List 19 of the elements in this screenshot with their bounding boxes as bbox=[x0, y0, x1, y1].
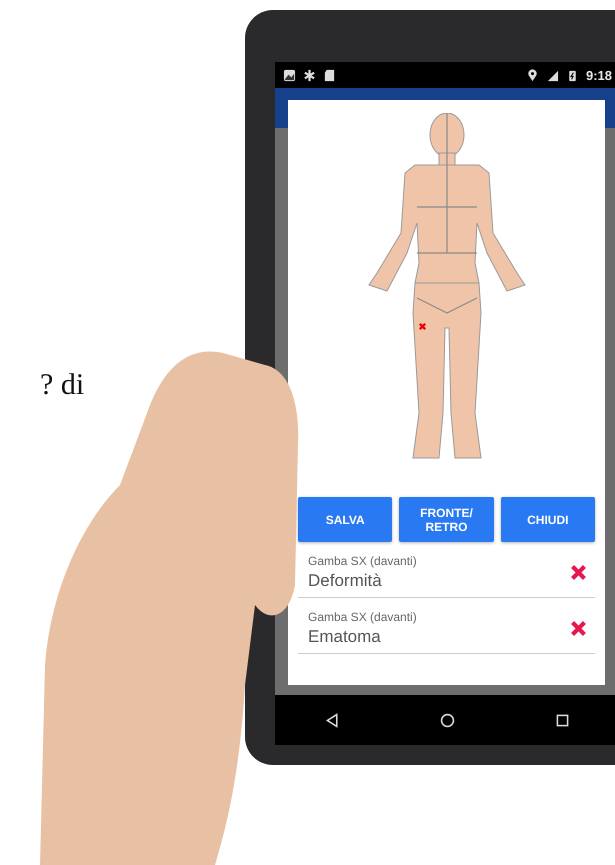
body-area-label: Gamba SX (davanti) bbox=[308, 610, 418, 624]
clock-time: 9:18 bbox=[586, 68, 612, 82]
body-area-label: Gamba SX (davanti) bbox=[308, 554, 418, 568]
home-icon[interactable] bbox=[439, 712, 456, 728]
text-fragment: ? di bbox=[40, 368, 84, 402]
dialog-button[interactable]: FRONTE/ RETRO bbox=[399, 497, 494, 542]
asterisk-icon bbox=[303, 68, 316, 82]
image-icon bbox=[283, 68, 296, 82]
dialog-button[interactable]: SALVA bbox=[298, 497, 392, 542]
finding-text: Ematoma bbox=[308, 627, 382, 647]
finding-text: Deformità bbox=[308, 571, 383, 591]
marker-x-icon bbox=[418, 322, 427, 331]
dialog-button[interactable]: CHIUDI bbox=[500, 497, 595, 542]
delete-icon[interactable] bbox=[570, 620, 587, 637]
location-pin-icon bbox=[526, 68, 539, 82]
recent-apps-icon[interactable] bbox=[554, 712, 571, 728]
signal-icon bbox=[546, 68, 559, 82]
sd-card-icon bbox=[323, 68, 336, 82]
delete-icon[interactable] bbox=[570, 564, 587, 581]
